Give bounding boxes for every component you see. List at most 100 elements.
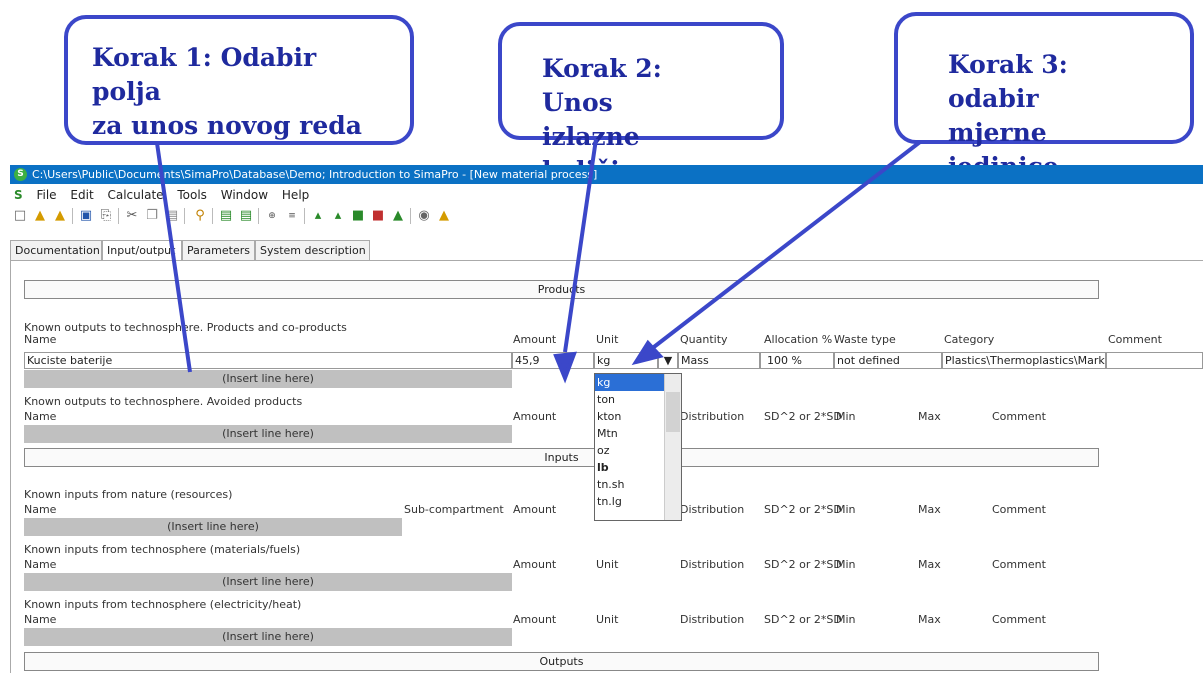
new-document-icon[interactable]: □	[12, 208, 28, 224]
resources-col-sd: SD^2 or 2*SD	[764, 503, 842, 516]
dropdown-scroll-thumb[interactable]	[666, 392, 680, 432]
callout-step-3-line-1: Korak 3: odabir	[948, 50, 1068, 113]
callout-step-3: Korak 3: odabir mjerne jedinice	[894, 12, 1194, 181]
menu-help[interactable]: Help	[282, 186, 309, 204]
window-title-bar: S C:\Users\Public\Documents\SimaPro\Data…	[10, 165, 1203, 184]
insert-line-electricity[interactable]: (Insert line here)	[24, 628, 512, 646]
resources-section-header: Known inputs from nature (resources)	[24, 488, 233, 501]
avoided-col-sd: SD^2 or 2*SD	[764, 410, 842, 423]
product-category-field[interactable]: Plastics\Thermoplastics\Market	[942, 352, 1106, 369]
avoided-col-amount: Amount	[513, 410, 557, 423]
open-folder-icon[interactable]: ▲	[32, 208, 48, 224]
avoided-col-distribution: Distribution	[680, 410, 745, 423]
callout-step-1: Korak 1: Odabir polja za unos novog reda	[64, 15, 414, 145]
avoided-col-min: Min	[836, 410, 856, 423]
electricity-col-sd: SD^2 or 2*SD	[764, 613, 842, 626]
window-title: C:\Users\Public\Documents\SimaPro\Databa…	[32, 168, 598, 181]
resources-col-amount: Amount	[513, 503, 557, 516]
open-library-icon[interactable]: ▲	[52, 208, 68, 224]
insert-line-avoided[interactable]: (Insert line here)	[24, 425, 512, 443]
product-amount-field[interactable]: 45,9	[512, 352, 594, 369]
analyze-icon[interactable]: ■	[350, 208, 366, 224]
resources-col-max: Max	[918, 503, 941, 516]
folder-icon[interactable]: ▲	[436, 208, 452, 224]
section-inputs[interactable]: Inputs	[24, 448, 1099, 467]
formula-icon[interactable]: ≡	[284, 208, 300, 224]
insert-line-resources[interactable]: (Insert line here)	[24, 518, 402, 536]
print-icon[interactable]: ⎘	[98, 208, 114, 224]
avoided-col-comment: Comment	[992, 410, 1046, 423]
product-waste-type-field[interactable]: not defined	[834, 352, 942, 369]
electricity-col-min: Min	[836, 613, 856, 626]
insert-line-materials[interactable]: (Insert line here)	[24, 573, 512, 591]
electricity-col-comment: Comment	[992, 613, 1046, 626]
unit-dropdown-list[interactable]: kg ton kton Mtn oz lb tn.sh tn.lg	[594, 373, 682, 521]
product-allocation-field[interactable]: 100 %	[760, 352, 834, 369]
col-amount: Amount	[513, 333, 557, 346]
resources-col-min: Min	[836, 503, 856, 516]
paste-icon[interactable]: ▤	[164, 208, 180, 224]
materials-col-name: Name	[24, 558, 57, 571]
menu-edit[interactable]: Edit	[70, 186, 93, 204]
network-icon[interactable]: ▴	[310, 208, 326, 224]
delete-line-icon[interactable]: ▤	[238, 208, 254, 224]
materials-col-amount: Amount	[513, 558, 557, 571]
decimal-format-icon[interactable]: ⊕	[264, 208, 280, 224]
section-outputs[interactable]: Outputs	[24, 652, 1099, 671]
materials-section-header: Known inputs from technosphere (material…	[24, 543, 301, 556]
products-section-header: Known outputs to technosphere. Products …	[24, 321, 347, 334]
tab-documentation[interactable]: Documentation	[10, 240, 102, 260]
materials-col-distribution: Distribution	[680, 558, 745, 571]
tree-icon[interactable]: ▴	[330, 208, 346, 224]
unit-dropdown-arrow-icon[interactable]: ▼	[658, 352, 678, 369]
product-quantity-field[interactable]: Mass	[678, 352, 760, 369]
tab-input-output[interactable]: Input/output	[102, 240, 182, 260]
callout-step-2-line-1: Korak 2: Unos	[542, 54, 662, 117]
toolbar: □ ▲ ▲ ▣ ⎘ ✂ ❐ ▤ ⚲ ▤ ▤ ⊕ ≡ ▴ ▴ ■ ■ ▲ ◉ ▲	[10, 205, 630, 227]
product-comment-field[interactable]	[1106, 352, 1203, 369]
section-products[interactable]: Products	[24, 280, 1099, 299]
electricity-col-unit: Unit	[596, 613, 619, 626]
menu-file[interactable]: File	[36, 186, 56, 204]
dropdown-scrollbar[interactable]	[664, 374, 681, 520]
electricity-col-max: Max	[918, 613, 941, 626]
col-name: Name	[24, 333, 57, 346]
materials-col-max: Max	[918, 558, 941, 571]
col-category: Category	[944, 333, 995, 346]
simapro-logo-icon: S	[14, 168, 27, 181]
menu-tools[interactable]: Tools	[177, 186, 207, 204]
avoided-col-max: Max	[918, 410, 941, 423]
search-icon[interactable]: ⚲	[192, 208, 208, 224]
monte-carlo-icon[interactable]: ▲	[390, 208, 406, 224]
callout-step-1-line-1: Korak 1: Odabir polja	[92, 43, 317, 106]
menu-bar: S File Edit Calculate Tools Window Help	[10, 186, 1203, 204]
col-quantity: Quantity	[680, 333, 728, 346]
product-name-field[interactable]: Kuciste baterije	[24, 352, 512, 369]
materials-col-sd: SD^2 or 2*SD	[764, 558, 842, 571]
avoided-col-name: Name	[24, 410, 57, 423]
callout-step-1-line-2: za unos novog reda	[92, 111, 362, 140]
electricity-col-amount: Amount	[513, 613, 557, 626]
col-unit: Unit	[596, 333, 619, 346]
insert-line-products[interactable]: (Insert line here)	[24, 370, 512, 388]
resources-col-distribution: Distribution	[680, 503, 745, 516]
copy-icon[interactable]: ❐	[144, 208, 160, 224]
materials-col-unit: Unit	[596, 558, 619, 571]
menu-calculate[interactable]: Calculate	[107, 186, 163, 204]
menu-window[interactable]: Window	[221, 186, 268, 204]
menu-app-icon[interactable]: S	[14, 186, 23, 204]
save-icon[interactable]: ▣	[78, 208, 94, 224]
col-comment: Comment	[1108, 333, 1162, 346]
electricity-col-name: Name	[24, 613, 57, 626]
insert-line-icon[interactable]: ▤	[218, 208, 234, 224]
tab-parameters[interactable]: Parameters	[182, 240, 255, 260]
tab-system-description[interactable]: System description	[255, 240, 370, 260]
callout-step-2: Korak 2: Unos izlazne količine	[498, 22, 784, 185]
resources-col-comment: Comment	[992, 503, 1046, 516]
compare-icon[interactable]: ■	[370, 208, 386, 224]
product-unit-select[interactable]: kg	[594, 352, 658, 369]
materials-col-comment: Comment	[992, 558, 1046, 571]
cut-icon[interactable]: ✂	[124, 208, 140, 224]
col-allocation: Allocation %	[764, 333, 833, 346]
help-icon[interactable]: ◉	[416, 208, 432, 224]
